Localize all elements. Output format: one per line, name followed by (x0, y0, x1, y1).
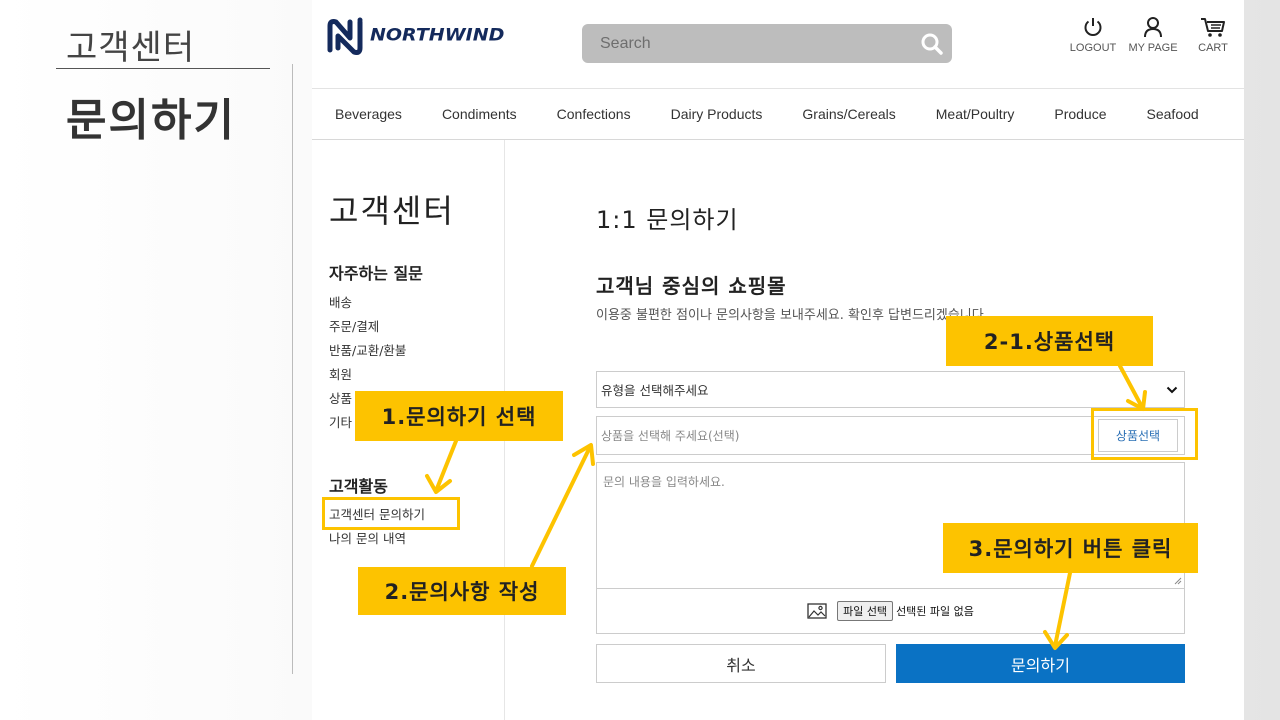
site-header: NORTHWIND LOGOUT (312, 0, 1244, 88)
chevron-down-icon (1166, 386, 1178, 393)
cart-label: CART (1198, 42, 1228, 54)
cart-icon (1201, 18, 1225, 37)
slide-vertical-divider (292, 64, 293, 674)
category-nav: Beverages Condiments Confections Dairy P… (312, 88, 1244, 140)
faq-item-return-exchange-refund[interactable]: 반품/교환/환불 (329, 339, 406, 363)
user-nav: LOGOUT MY PAGE CART (1070, 16, 1236, 54)
activity-section-title: 고객활동 (329, 477, 388, 496)
highlight-product-select (1091, 408, 1198, 460)
mypage-label: MY PAGE (1128, 42, 1178, 54)
search-icon[interactable] (912, 24, 952, 63)
slide-subtitle: 고객센터 (66, 28, 196, 68)
activity-item-my-inquiries[interactable]: 나의 문의 내역 (329, 527, 425, 551)
inquiry-type-select[interactable]: 유형을 선택해주세요 (596, 371, 1185, 408)
category-condiments[interactable]: Condiments (442, 106, 517, 122)
slide-title: 문의하기 (66, 95, 236, 146)
northwind-logo[interactable]: NORTHWIND (324, 14, 504, 56)
power-icon (1084, 18, 1102, 36)
northwind-logo-icon (327, 17, 363, 55)
cancel-button[interactable]: 취소 (596, 644, 886, 683)
resize-grip-icon[interactable] (1174, 577, 1182, 585)
logo-text: NORTHWIND (370, 25, 505, 45)
faq-item-shipping[interactable]: 배송 (329, 291, 406, 315)
category-grains-cereals[interactable]: Grains/Cereals (802, 106, 895, 122)
callout-step1: 1.문의하기 선택 (355, 391, 563, 441)
page-heading: 고객님 중심의 쇼핑몰 (596, 274, 787, 298)
category-meat-poultry[interactable]: Meat/Poultry (936, 106, 1015, 122)
slide-left-panel: 고객센터 문의하기 (0, 0, 300, 720)
page-title: 1:1 문의하기 (596, 206, 739, 234)
callout-step2-1: 2-1.상품선택 (946, 316, 1153, 366)
faq-section-title: 자주하는 질문 (329, 264, 423, 283)
file-status: 선택된 파일 없음 (896, 605, 974, 618)
mypage-button[interactable]: MY PAGE (1128, 16, 1178, 54)
faq-item-order-payment[interactable]: 주문/결제 (329, 315, 406, 339)
cart-button[interactable]: CART (1190, 16, 1236, 54)
category-beverages[interactable]: Beverages (335, 106, 402, 122)
logout-button[interactable]: LOGOUT (1070, 16, 1116, 54)
highlight-inquiry-menu (322, 497, 460, 530)
page-description: 이용중 불편한 점이나 문의사항을 보내주세요. 확인후 답변드리겠습니다. (596, 308, 988, 323)
category-produce[interactable]: Produce (1054, 106, 1106, 122)
category-seafood[interactable]: Seafood (1147, 106, 1199, 122)
search-input[interactable] (582, 34, 912, 53)
category-confections[interactable]: Confections (557, 106, 631, 122)
file-attach-row: 파일 선택 선택된 파일 없음 (596, 589, 1185, 634)
logout-label: LOGOUT (1069, 42, 1117, 54)
callout-step3: 3.문의하기 버튼 클릭 (943, 523, 1198, 573)
category-dairy-products[interactable]: Dairy Products (671, 106, 763, 122)
faq-item-member[interactable]: 회원 (329, 363, 406, 387)
slide-divider (56, 68, 270, 69)
user-icon (1144, 17, 1162, 38)
sidebar-title: 고객센터 (329, 192, 455, 230)
submit-inquiry-button[interactable]: 문의하기 (896, 644, 1185, 683)
inquiry-type-value: 유형을 선택해주세요 (601, 383, 709, 398)
search-bar (582, 24, 952, 63)
file-select-button[interactable]: 파일 선택 (837, 601, 894, 621)
image-icon (807, 603, 827, 619)
callout-step2: 2.문의사항 작성 (358, 567, 566, 615)
